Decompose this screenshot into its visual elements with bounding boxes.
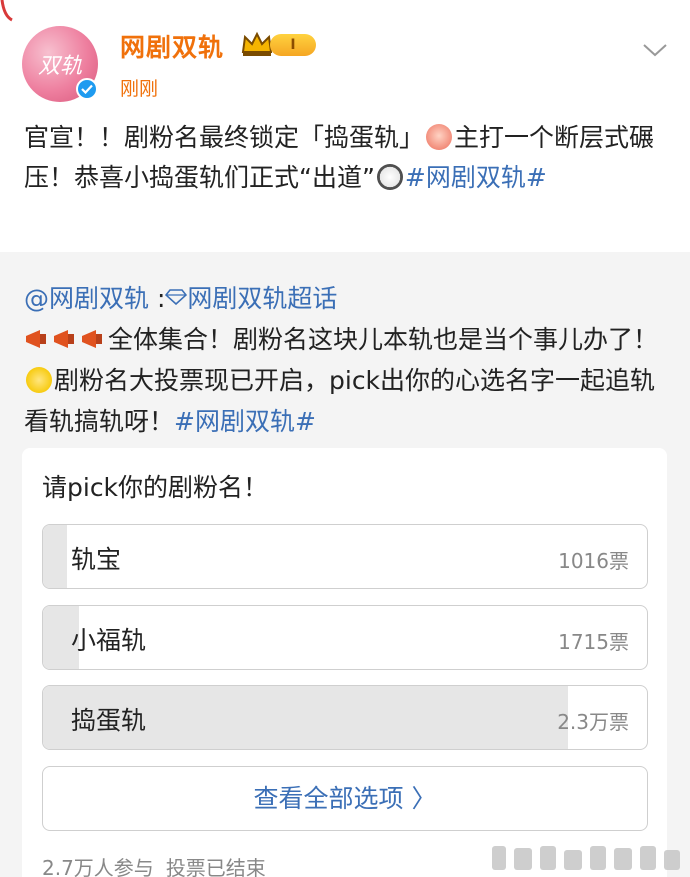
- repost-body: @网剧双轨 : 网剧双轨超话 全体集合！剧粉名这块儿本轨也是当个事儿办了！ 剧粉名大…: [24, 278, 669, 442]
- poll-option-label: 捣蛋轨: [71, 706, 147, 735]
- megaphone-icon: [82, 330, 102, 348]
- level-badge: I: [270, 34, 316, 56]
- post-header: 双轨 网剧双轨 I 刚刚: [22, 24, 668, 104]
- post-hashtag[interactable]: #网剧双轨#: [405, 163, 547, 192]
- diamond-icon: [165, 289, 188, 305]
- repost-colon: :: [149, 284, 166, 313]
- repost-card: @网剧双轨 : 网剧双轨超话 全体集合！剧粉名这块儿本轨也是当个事儿办了！ 剧粉名大…: [0, 252, 690, 877]
- repost-text-b: 剧粉名大投票现已开启，pick出你的心选名字一起追轨看轨搞轨呀！: [24, 366, 656, 436]
- watermark-graphic: [492, 846, 680, 870]
- poll-option-label: 小福轨: [71, 626, 147, 655]
- chevron-down-icon[interactable]: [642, 42, 668, 58]
- view-all-options-button[interactable]: 查看全部选项 〉: [42, 766, 648, 831]
- post-body: 官宣！！剧粉名最终锁定「捣蛋轨」 主打一个断层式碾压！恭喜小捣蛋轨们正式“出道” #…: [24, 118, 669, 198]
- verified-icon: [76, 78, 98, 100]
- crown-icon: [241, 31, 273, 56]
- poll-option-label: 轨宝: [71, 545, 122, 574]
- post-timestamp: 刚刚: [120, 78, 159, 100]
- poll-card: 请pick你的剧粉名！ 轨宝 1016票 小福轨 1715票 捣蛋轨 2.3万票…: [22, 448, 667, 877]
- poll-option[interactable]: 小福轨 1715票: [42, 605, 648, 670]
- author-name[interactable]: 网剧双轨: [120, 28, 224, 64]
- poll-footer: 2.7万人参与 投票已结束: [42, 852, 266, 877]
- cat-emoji-icon: [376, 164, 403, 190]
- top-edge-mark: [0, 0, 13, 22]
- egg-emoji-icon: [426, 124, 453, 150]
- glasses-emoji-icon: [26, 367, 52, 393]
- poll-option-fill: [43, 525, 68, 588]
- post-text-part: 官宣！！剧粉名最终锁定「捣蛋轨」: [24, 123, 425, 152]
- megaphone-icon: [26, 330, 46, 348]
- repost-text-a: 全体集合！剧粉名这块儿本轨也是当个事儿办了！: [108, 325, 659, 354]
- poll-option[interactable]: 捣蛋轨 2.3万票: [42, 685, 648, 750]
- poll-option-votes: 2.3万票: [557, 710, 629, 734]
- poll-option[interactable]: 轨宝 1016票: [42, 524, 648, 589]
- poll-option-votes: 1016票: [558, 549, 629, 573]
- avatar-text: 双轨: [37, 54, 82, 79]
- poll-option-votes: 1715票: [558, 630, 629, 654]
- poll-participants: 2.7万人参与: [42, 856, 154, 877]
- repost-hashtag[interactable]: #网剧双轨#: [174, 407, 316, 436]
- poll-title: 请pick你的剧粉名！: [42, 473, 269, 502]
- supertopic-link[interactable]: 网剧双轨超话: [187, 284, 337, 313]
- megaphone-icon: [54, 330, 74, 348]
- repost-mention[interactable]: @网剧双轨: [24, 284, 149, 313]
- poll-status: 投票已结束: [165, 856, 266, 877]
